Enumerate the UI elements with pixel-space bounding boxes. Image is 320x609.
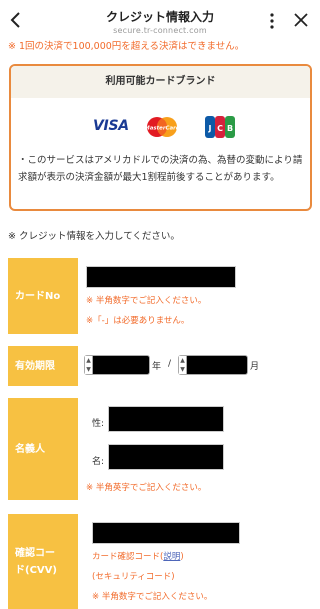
input-instruction: ※ クレジット情報を入力してください。 — [8, 231, 180, 242]
mastercard-logo: MasterCard — [145, 117, 179, 137]
expiry-month-select[interactable]: ▲ ▼ — [178, 355, 248, 375]
cardholder-body: 性: 名: ※ 半角英字でご記入ください。 — [78, 398, 312, 500]
cvv-body: カード確認コード(説明) (セキュリティコード) ※ 半角数字でご記入ください。 — [78, 514, 312, 609]
month-select-arrow-icon: ▲ ▼ — [179, 356, 187, 374]
cvv-row: 確認コー ド(CVV) カード確認コード(説明) (セキュリティコード) ※ 半… — [8, 514, 312, 609]
first-name-input[interactable] — [108, 444, 224, 470]
security-code-label: (セキュリティコード) — [92, 572, 175, 582]
jcb-logo: J C B — [205, 116, 235, 138]
top-bar: クレジット情報入力 secure.tr-connect.com — [0, 0, 320, 40]
expiry-separator: / — [168, 359, 172, 369]
cvv-label-line1: 確認コー — [15, 548, 55, 559]
card-number-input[interactable] — [86, 266, 236, 288]
expiry-row: 有効期限 ▲ ▼ 年 / ▲ ▼ 月 — [8, 346, 312, 386]
cardholder-row: 名義人 性: 名: ※ 半角英字でご記入ください。 — [8, 398, 312, 500]
cvv-input[interactable] — [92, 522, 240, 544]
svg-text:B: B — [227, 124, 233, 133]
expiry-body: ▲ ▼ 年 / ▲ ▼ 月 — [78, 346, 312, 386]
card-number-row: カードNo ※ 半角数字でご記入ください。 ※「-」は必要ありません。 — [8, 258, 312, 334]
visa-logo: VISA — [93, 118, 129, 134]
more-options-icon[interactable] — [268, 12, 276, 30]
svg-text:C: C — [217, 124, 223, 133]
card-number-body: ※ 半角数字でご記入ください。 ※「-」は必要ありません。 — [78, 258, 312, 334]
year-unit: 年 — [152, 362, 162, 372]
exchange-rate-note: ・このサービスはアメリカドルでの決済の為、為替の変動により請求額が表示の決済金額… — [18, 155, 303, 183]
card-number-label: カードNo — [8, 258, 78, 334]
svg-text:MasterCard: MasterCard — [145, 126, 179, 132]
last-name-label: 性: — [92, 419, 105, 429]
svg-text:J: J — [208, 124, 212, 133]
card-brand-logos: VISA MasterCard J C B — [93, 116, 243, 138]
card-brand-box: 利用可能カードブランド VISA MasterCard J C B ・このサービ… — [9, 64, 312, 211]
expiry-year-select[interactable]: ▲ ▼ — [84, 355, 150, 375]
cvv-label: 確認コー ド(CVV) — [8, 514, 78, 609]
card-number-hint-digits: ※ 半角数字でご記入ください。 — [86, 296, 207, 306]
month-unit: 月 — [250, 362, 260, 372]
card-number-hint-hyphen: ※「-」は必要ありません。 — [86, 316, 190, 326]
cvv-hint: ※ 半角数字でご記入ください。 — [92, 592, 213, 602]
close-icon[interactable] — [293, 12, 309, 28]
cvv-label-line2: ド(CVV) — [15, 565, 57, 576]
card-brand-title: 利用可能カードブランド — [11, 66, 310, 98]
cardholder-hint: ※ 半角英字でご記入ください。 — [86, 483, 207, 493]
last-name-input[interactable] — [108, 406, 224, 432]
year-select-arrow-icon: ▲ ▼ — [85, 356, 93, 374]
cvv-help-link[interactable]: 説明 — [163, 552, 180, 562]
cvv-code-label: カード確認コード(説明) — [92, 552, 184, 562]
cardholder-label: 名義人 — [8, 398, 78, 500]
expiry-label: 有効期限 — [8, 346, 78, 386]
first-name-label: 名: — [92, 457, 105, 467]
payment-limit-notice: ※ 1回の決済で100,000円を超える決済はできません。 — [8, 41, 245, 52]
